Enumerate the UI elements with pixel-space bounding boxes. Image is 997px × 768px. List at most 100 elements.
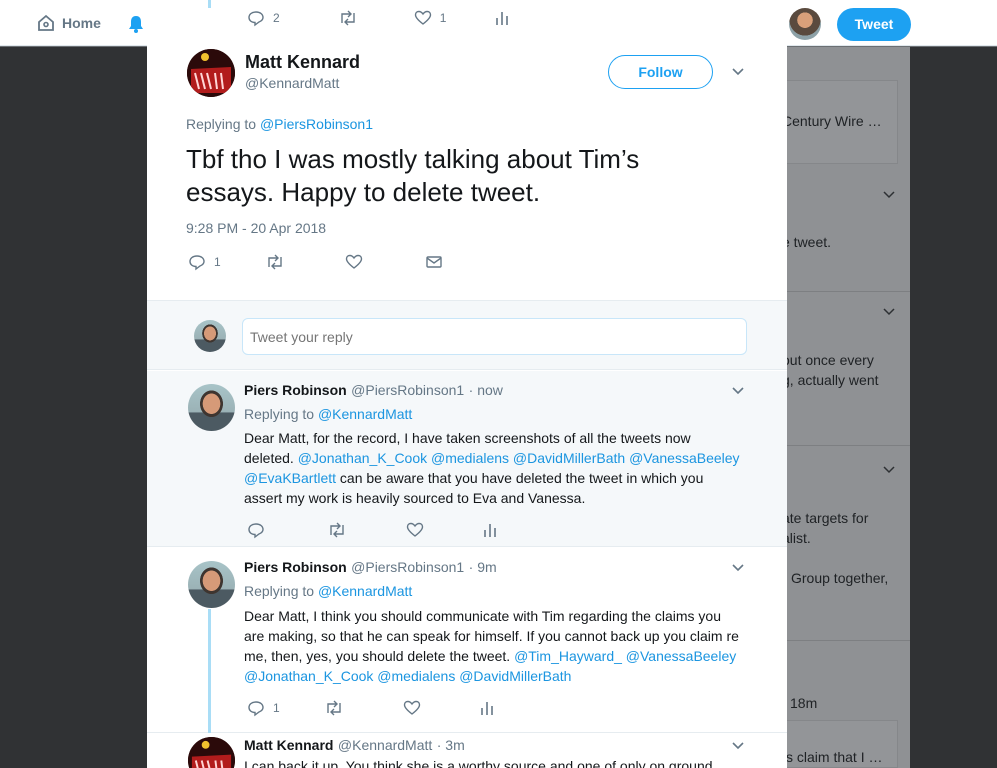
tweet-text: Dear Matt, for the record, I have taken … [244, 428, 764, 508]
mention-links[interactable]: @Jonathan_K_Cook @medialens @DavidMiller… [298, 450, 740, 466]
tweet-text: Dear Matt, I think you should communicat… [244, 606, 764, 686]
follow-button[interactable]: Follow [608, 55, 713, 89]
background-text: s claim that I … [786, 749, 883, 765]
replying-handle-link[interactable]: @KennardMatt [318, 406, 412, 422]
user-avatar [194, 320, 226, 352]
replying-label: Replying to [186, 116, 257, 132]
author-handle[interactable]: @KennardMatt [338, 737, 432, 753]
profile-avatar[interactable] [789, 8, 821, 40]
tweet-button[interactable]: Tweet [837, 8, 911, 41]
author-avatar[interactable] [187, 49, 235, 97]
heart-icon[interactable] [345, 253, 363, 271]
reply-icon[interactable] [247, 521, 265, 539]
background-text: ate targets for [782, 510, 869, 526]
author-name[interactable]: Piers Robinson [244, 559, 347, 575]
heart-icon[interactable] [406, 521, 424, 539]
author-name[interactable]: Piers Robinson [244, 382, 347, 398]
chevron-down-icon [883, 466, 895, 474]
text-segment: me, then, yes, you should delete the twe… [244, 648, 515, 664]
reply-input[interactable] [242, 318, 747, 355]
close-icon[interactable] [972, 12, 997, 40]
reply-action[interactable]: 1 [188, 253, 221, 271]
mention-links[interactable]: @Jonathan_K_Cook @medialens @DavidMiller… [244, 666, 764, 686]
tweet-actions [247, 521, 498, 539]
tweet-text-line: Tbf tho I was mostly talking about Tim’s [186, 144, 640, 174]
text-segment: can be aware that you have deleted the t… [336, 470, 704, 486]
tweet-actions: 1 [247, 699, 495, 717]
logo-image [188, 737, 235, 768]
reply-tweet[interactable]: Piers Robinson @PiersRobinson1 · 9m Repl… [147, 548, 787, 733]
main-tweet-actions: 1 [188, 253, 443, 271]
chevron-down-icon[interactable] [731, 739, 745, 753]
background-text: e tweet. [782, 234, 832, 250]
reply-icon [248, 701, 264, 717]
mention-links[interactable]: @Tim_Hayward_ @VanessaBeeley [514, 648, 736, 664]
direct-message-icon[interactable] [425, 253, 443, 271]
analytics-icon[interactable] [494, 9, 510, 27]
reply-tweet[interactable]: Matt Kennard @KennardMatt · 3m I can bac… [147, 734, 787, 768]
tweet-time[interactable]: · 3m [437, 737, 465, 753]
author-handle[interactable]: @PiersRobinson1 [351, 559, 464, 575]
author-avatar[interactable] [188, 737, 235, 768]
home-tab[interactable]: Home [36, 13, 101, 33]
heart-icon[interactable] [403, 699, 421, 717]
replying-to: Replying to @PiersRobinson1 [186, 116, 373, 132]
mention-link[interactable]: @EvaKBartlett [244, 470, 336, 486]
analytics-icon[interactable] [479, 699, 495, 717]
background-text: g, actually went [782, 372, 879, 388]
tweet-timestamp[interactable]: 9:28 PM - 20 Apr 2018 [186, 220, 326, 236]
replying-handle-link[interactable]: @PiersRobinson1 [260, 116, 373, 132]
background-divider [778, 445, 910, 446]
author-avatar[interactable] [188, 384, 235, 431]
background-text: 18m [790, 695, 818, 711]
chevron-down-icon[interactable] [731, 65, 745, 79]
home-label: Home [62, 15, 101, 31]
reply-count: 2 [273, 11, 280, 25]
retweet-icon[interactable] [265, 253, 285, 271]
author-name[interactable]: Matt Kennard [245, 52, 360, 73]
tweet-text-line: are making, so that he can speak for him… [244, 628, 739, 644]
thread-line [208, 609, 211, 733]
background-text: Century Wire … [782, 113, 882, 129]
reply-action[interactable]: 1 [247, 699, 280, 717]
author-handle[interactable]: @PiersRobinson1 [351, 382, 464, 398]
tweet-header: Matt Kennard @KennardMatt · 3m [244, 737, 465, 755]
tweet-text: Tbf tho I was mostly talking about Tim’s… [186, 143, 639, 209]
home-icon [38, 14, 54, 31]
like-action[interactable]: 1 [414, 9, 447, 27]
notifications-icon[interactable] [126, 14, 146, 34]
logo-image [187, 49, 235, 97]
replying-label: Replying to [244, 583, 315, 599]
heart-icon [414, 10, 431, 25]
chevron-down-icon [883, 308, 895, 316]
chevron-down-icon[interactable] [731, 561, 745, 575]
replying-handle-link[interactable]: @KennardMatt [318, 583, 412, 599]
prev-tweet-actions: 2 1 [247, 9, 510, 27]
replying-label: Replying to [244, 406, 315, 422]
reply-count: 1 [273, 701, 280, 715]
text-segment: deleted. [244, 450, 298, 466]
thread-line [208, 0, 211, 8]
analytics-icon[interactable] [482, 521, 498, 539]
chevron-down-icon[interactable] [731, 384, 745, 398]
like-count: 1 [439, 11, 447, 25]
retweet-icon[interactable] [338, 9, 358, 27]
author-avatar[interactable] [188, 561, 235, 608]
tweet-text-line: me, then, yes, you should delete the twe… [244, 646, 764, 666]
reply-tweet[interactable]: Piers Robinson @PiersRobinson1 · now Rep… [147, 371, 787, 547]
reply-composer [147, 300, 787, 370]
author-name[interactable]: Matt Kennard [244, 737, 333, 753]
background-text: Group together, [791, 570, 889, 586]
retweet-icon[interactable] [327, 521, 347, 539]
tweet-text-line: assert my work is heavily sourced to Eva… [244, 490, 586, 506]
tweet-modal: 2 1 Matt Kennard @KennardMatt Follow Rep… [147, 0, 787, 768]
author-handle[interactable]: @KennardMatt [245, 75, 339, 91]
tweet-text-line: Dear Matt, I think you should communicat… [244, 608, 721, 624]
reply-icon [189, 255, 205, 271]
tweet-time[interactable]: · now [469, 382, 503, 398]
retweet-icon[interactable] [324, 699, 344, 717]
tweet-header: Piers Robinson @PiersRobinson1 · now [244, 382, 503, 400]
tweet-text-line: Dear Matt, for the record, I have taken … [244, 430, 691, 446]
tweet-time[interactable]: · 9m [469, 559, 497, 575]
reply-action[interactable]: 2 [247, 9, 280, 27]
